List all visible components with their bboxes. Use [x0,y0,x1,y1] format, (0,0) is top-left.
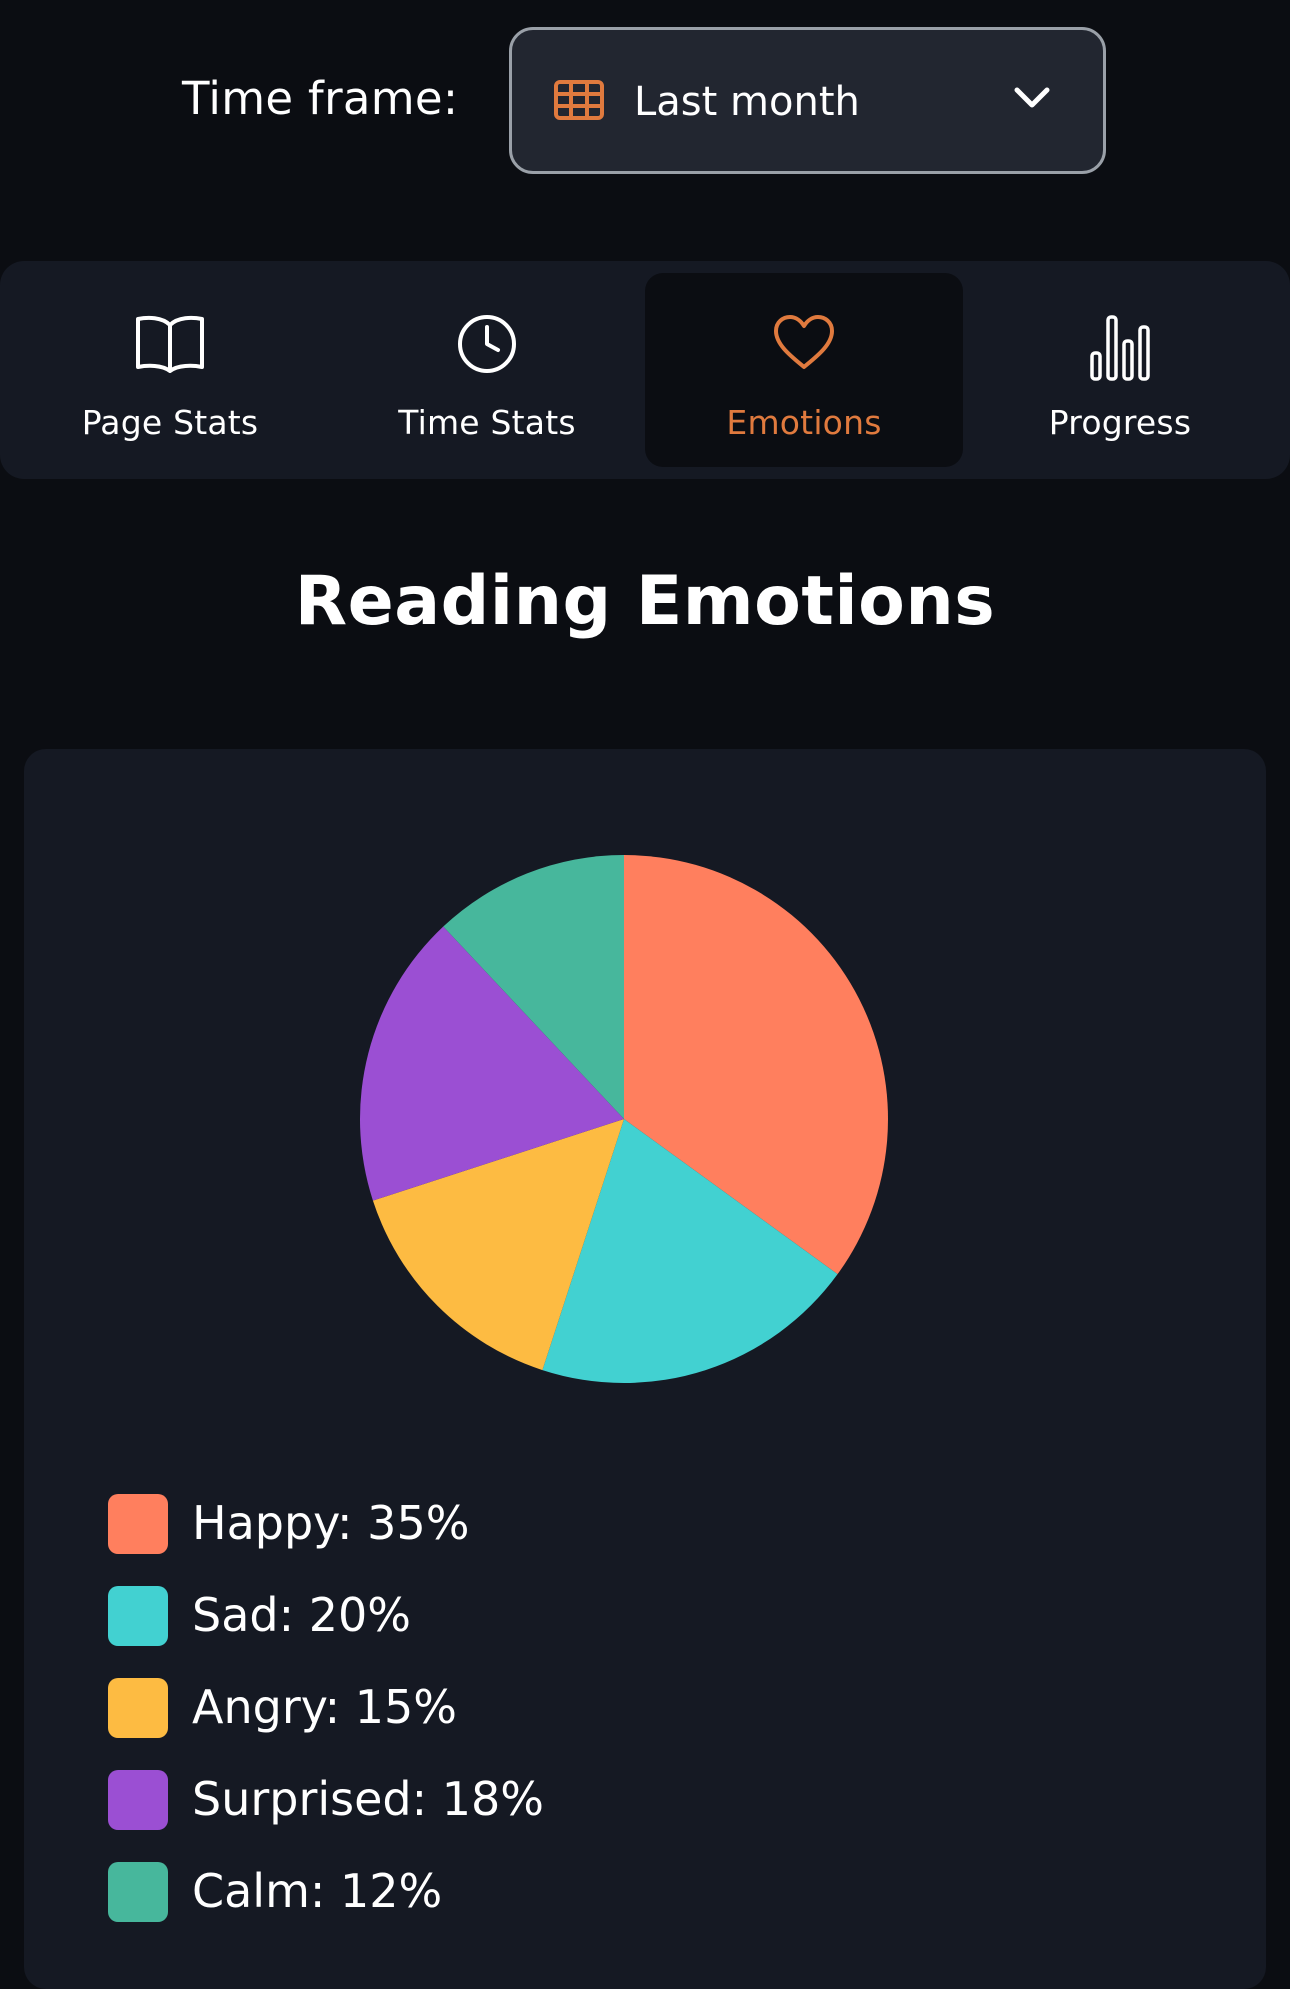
legend-swatch [108,1770,168,1830]
time-frame-dropdown[interactable]: Last month [509,27,1106,174]
chevron-down-icon[interactable] [1013,85,1051,115]
legend-label: Happy: 35% [192,1496,470,1550]
page-title: Reading Emotions [294,562,996,641]
tab-label: Emotions [726,403,882,442]
book-open-icon [134,313,206,379]
tab-progress[interactable]: Progress [961,273,1279,467]
calendar-icon [554,80,604,124]
emotions-pie-chart [360,855,888,1383]
bar-chart-icon [1089,313,1151,385]
tab-emotions[interactable]: Emotions [645,273,963,467]
time-frame-label: Time frame: [182,72,459,125]
heart-icon [772,313,836,375]
legend-label: Surprised: 18% [192,1772,544,1826]
time-frame-value: Last month [634,79,860,125]
legend-swatch [108,1678,168,1738]
legend-swatch [108,1586,168,1646]
clock-icon [456,313,518,379]
tab-page-stats[interactable]: Page Stats [11,273,329,467]
stats-tab-bar: Page Stats Time Stats Emotions Progress [0,261,1290,479]
tab-time-stats[interactable]: Time Stats [328,273,646,467]
legend-label: Sad: 20% [192,1588,411,1642]
tab-label: Progress [1048,403,1192,442]
legend-label: Calm: 12% [192,1864,443,1918]
tab-label: Time Stats [398,403,576,442]
legend-label: Angry: 15% [192,1680,457,1734]
emotions-chart-card: Happy: 35% Sad: 20% Angry: 15% Surprised… [24,749,1266,1989]
legend-swatch [108,1494,168,1554]
tab-label: Page Stats [81,403,259,442]
legend-swatch [108,1862,168,1922]
